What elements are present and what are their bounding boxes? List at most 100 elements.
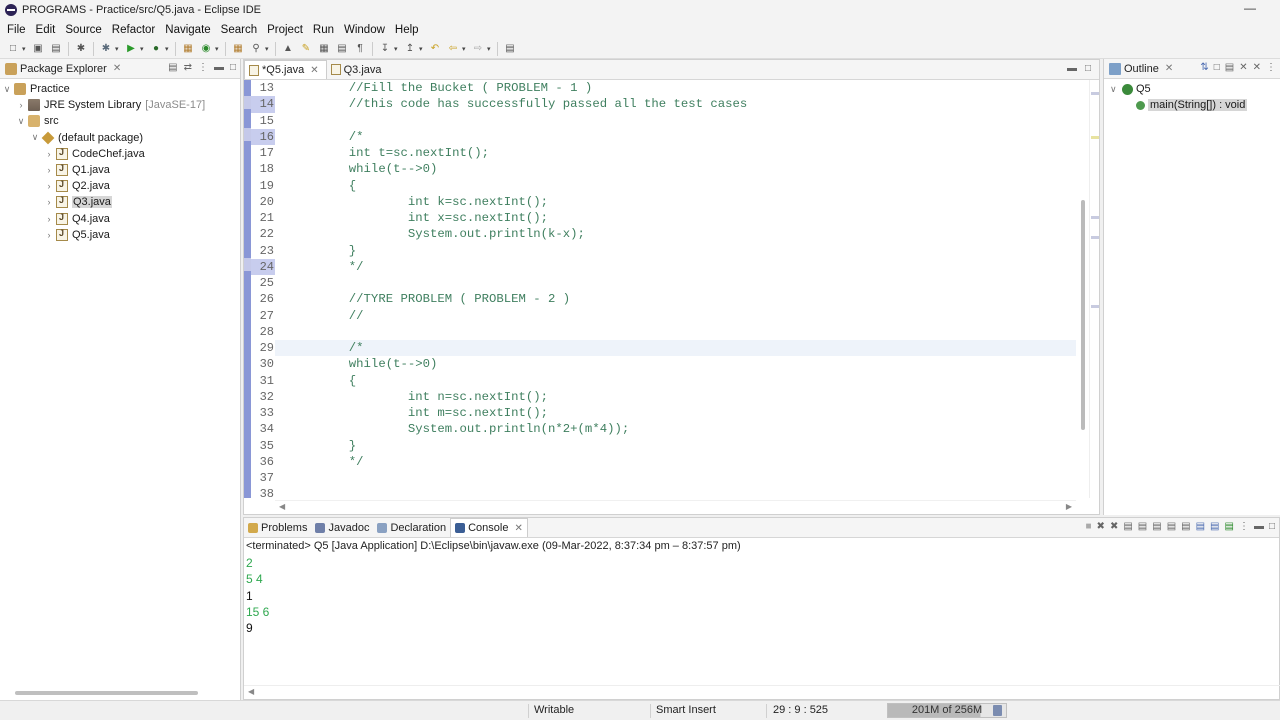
- chevron-right-icon[interactable]: ›: [44, 214, 54, 224]
- scroll-left-icon[interactable]: ◀: [279, 502, 285, 511]
- debug-icon[interactable]: ✱: [98, 42, 114, 56]
- last-edit-location-icon[interactable]: ↶: [427, 42, 443, 56]
- run-dropdown-icon[interactable]: ▾: [140, 42, 147, 56]
- scroll-right-icon[interactable]: ▶: [1066, 502, 1072, 511]
- view-menu-icon[interactable]: ⋮: [1266, 62, 1276, 73]
- maximize-view-icon[interactable]: □: [1085, 63, 1091, 74]
- menu-help[interactable]: Help: [390, 24, 424, 36]
- close-icon[interactable]: ✕: [113, 63, 121, 74]
- run-icon[interactable]: ▶: [123, 42, 139, 56]
- tree-item-project[interactable]: ∨ Practice: [0, 81, 240, 97]
- horizontal-scrollbar[interactable]: ◀: [244, 685, 1280, 699]
- tree-item-file[interactable]: ›Q4.java: [0, 211, 240, 227]
- pin-console-icon[interactable]: ▤: [1196, 521, 1205, 532]
- next-annotation-icon[interactable]: ↧: [377, 42, 393, 56]
- trash-icon[interactable]: [993, 705, 1002, 716]
- view-menu-icon[interactable]: ⋮: [198, 62, 208, 73]
- chevron-down-icon[interactable]: ∨: [2, 84, 12, 95]
- new-icon[interactable]: □: [5, 42, 21, 56]
- chevron-right-icon[interactable]: ›: [44, 165, 54, 175]
- tab-problems[interactable]: Problems: [244, 518, 311, 537]
- scroll-left-icon[interactable]: ◀: [248, 687, 254, 696]
- status-cursor-position[interactable]: 29 : 9 : 525: [773, 704, 828, 716]
- collapse-all-icon[interactable]: ▤: [168, 62, 177, 73]
- remove-launch-icon[interactable]: ✖: [1097, 521, 1105, 532]
- horizontal-scrollbar[interactable]: ◀ ▶: [275, 500, 1076, 512]
- chevron-right-icon[interactable]: ›: [44, 181, 54, 191]
- close-icon[interactable]: ✕: [514, 523, 522, 534]
- view-menu-icon[interactable]: ⋮: [1239, 521, 1249, 532]
- save-all-icon[interactable]: ▤: [48, 42, 64, 56]
- vertical-scrollbar[interactable]: [1081, 200, 1085, 430]
- search-icon[interactable]: ⚲: [248, 42, 264, 56]
- chevron-right-icon[interactable]: ›: [16, 100, 26, 110]
- tab-javadoc[interactable]: Javadoc: [311, 518, 373, 537]
- show-whitespace-icon[interactable]: ¶: [352, 42, 368, 56]
- toggle-breadcrumb-icon[interactable]: ▲: [280, 42, 296, 56]
- hide-static-icon[interactable]: ▤: [1225, 62, 1234, 73]
- tree-item-jre[interactable]: › JRE System Library [JavaSE-17]: [0, 97, 240, 113]
- tree-item-file[interactable]: ›Q2.java: [0, 178, 240, 194]
- save-icon[interactable]: ▣: [30, 42, 46, 56]
- word-wrap-icon[interactable]: ▤: [334, 42, 350, 56]
- tree-item-file[interactable]: ›CodeChef.java: [0, 146, 240, 162]
- show-on-output-icon[interactable]: ▤: [1167, 521, 1176, 532]
- forward-dropdown-icon[interactable]: ▾: [487, 42, 494, 56]
- new-class-dropdown-icon[interactable]: ▾: [215, 42, 222, 56]
- chevron-right-icon[interactable]: ›: [44, 149, 54, 159]
- new-dropdown-icon[interactable]: ▾: [22, 42, 29, 56]
- hide-fields-icon[interactable]: □: [1214, 62, 1220, 73]
- horizontal-scrollbar[interactable]: [15, 691, 198, 695]
- back-icon[interactable]: ⇦: [445, 42, 461, 56]
- menu-refactor[interactable]: Refactor: [107, 24, 160, 36]
- menu-source[interactable]: Source: [60, 24, 106, 36]
- scroll-lock-icon[interactable]: ▤: [1138, 521, 1147, 532]
- terminate-icon[interactable]: ■: [1086, 521, 1092, 532]
- maximize-view-icon[interactable]: □: [230, 62, 236, 73]
- chevron-down-icon[interactable]: ∨: [16, 116, 26, 127]
- clear-console-icon[interactable]: ▤: [1123, 521, 1132, 532]
- package-explorer-tab[interactable]: Package Explorer ✕ ▤ ⇄ ⋮ ▬ □: [0, 59, 240, 79]
- chevron-right-icon[interactable]: ›: [44, 197, 54, 207]
- menu-edit[interactable]: Edit: [31, 24, 61, 36]
- menu-file[interactable]: File: [2, 24, 31, 36]
- console-output[interactable]: 2 5 4 1 15 6 9: [244, 554, 1279, 636]
- chevron-right-icon[interactable]: ›: [44, 230, 54, 240]
- menu-project[interactable]: Project: [262, 24, 308, 36]
- minimize-icon[interactable]: —: [1244, 2, 1256, 14]
- previous-annotation-icon[interactable]: ↥: [402, 42, 418, 56]
- outline-method[interactable]: main(String[]) : void: [1104, 97, 1280, 113]
- tree-item-src[interactable]: ∨ src: [0, 113, 240, 129]
- menu-navigate[interactable]: Navigate: [160, 24, 215, 36]
- chevron-down-icon[interactable]: ∨: [30, 132, 40, 143]
- minimize-view-icon[interactable]: ▬: [1254, 521, 1264, 532]
- word-wrap-icon[interactable]: ▤: [1152, 521, 1161, 532]
- chevron-down-icon[interactable]: ∨: [1110, 84, 1120, 95]
- minimize-view-icon[interactable]: ▬: [1067, 63, 1077, 74]
- menu-run[interactable]: Run: [308, 24, 339, 36]
- link-with-editor-icon[interactable]: ⇄: [184, 62, 192, 73]
- tab-console[interactable]: Console ✕: [450, 518, 528, 537]
- tree-item-default-package[interactable]: ∨ (default package): [0, 130, 240, 146]
- close-icon[interactable]: ✕: [1165, 63, 1173, 74]
- coverage-dropdown-icon[interactable]: ▾: [165, 42, 172, 56]
- editor-tab-q5[interactable]: *Q5.java ✕: [244, 60, 327, 79]
- forward-icon[interactable]: ⇨: [470, 42, 486, 56]
- new-java-project-icon[interactable]: ▦: [180, 42, 196, 56]
- tree-item-file[interactable]: ›Q1.java: [0, 162, 240, 178]
- open-console-icon[interactable]: ▤: [1225, 521, 1234, 532]
- maximize-view-icon[interactable]: □: [1269, 521, 1275, 532]
- hide-local-types-icon[interactable]: ✕: [1253, 62, 1261, 73]
- mark-occurrences-icon[interactable]: ✎: [298, 42, 314, 56]
- outline-tab[interactable]: Outline ✕ ⇅ □ ▤ ✕ ✕ ⋮: [1104, 59, 1280, 79]
- sort-icon[interactable]: ⇅: [1200, 62, 1208, 73]
- menu-window[interactable]: Window: [339, 24, 390, 36]
- coverage-icon[interactable]: ●: [148, 42, 164, 56]
- show-on-error-icon[interactable]: ▤: [1181, 521, 1190, 532]
- code-area[interactable]: 13 //Fill the Bucket ( PROBLEM - 1 ) 14 …: [251, 80, 1076, 501]
- block-selection-icon[interactable]: ▦: [316, 42, 332, 56]
- display-console-icon[interactable]: ▤: [1210, 521, 1219, 532]
- back-dropdown-icon[interactable]: ▾: [462, 42, 469, 56]
- next-annotation-dropdown-icon[interactable]: ▾: [394, 42, 401, 56]
- new-class-icon[interactable]: ◉: [198, 42, 214, 56]
